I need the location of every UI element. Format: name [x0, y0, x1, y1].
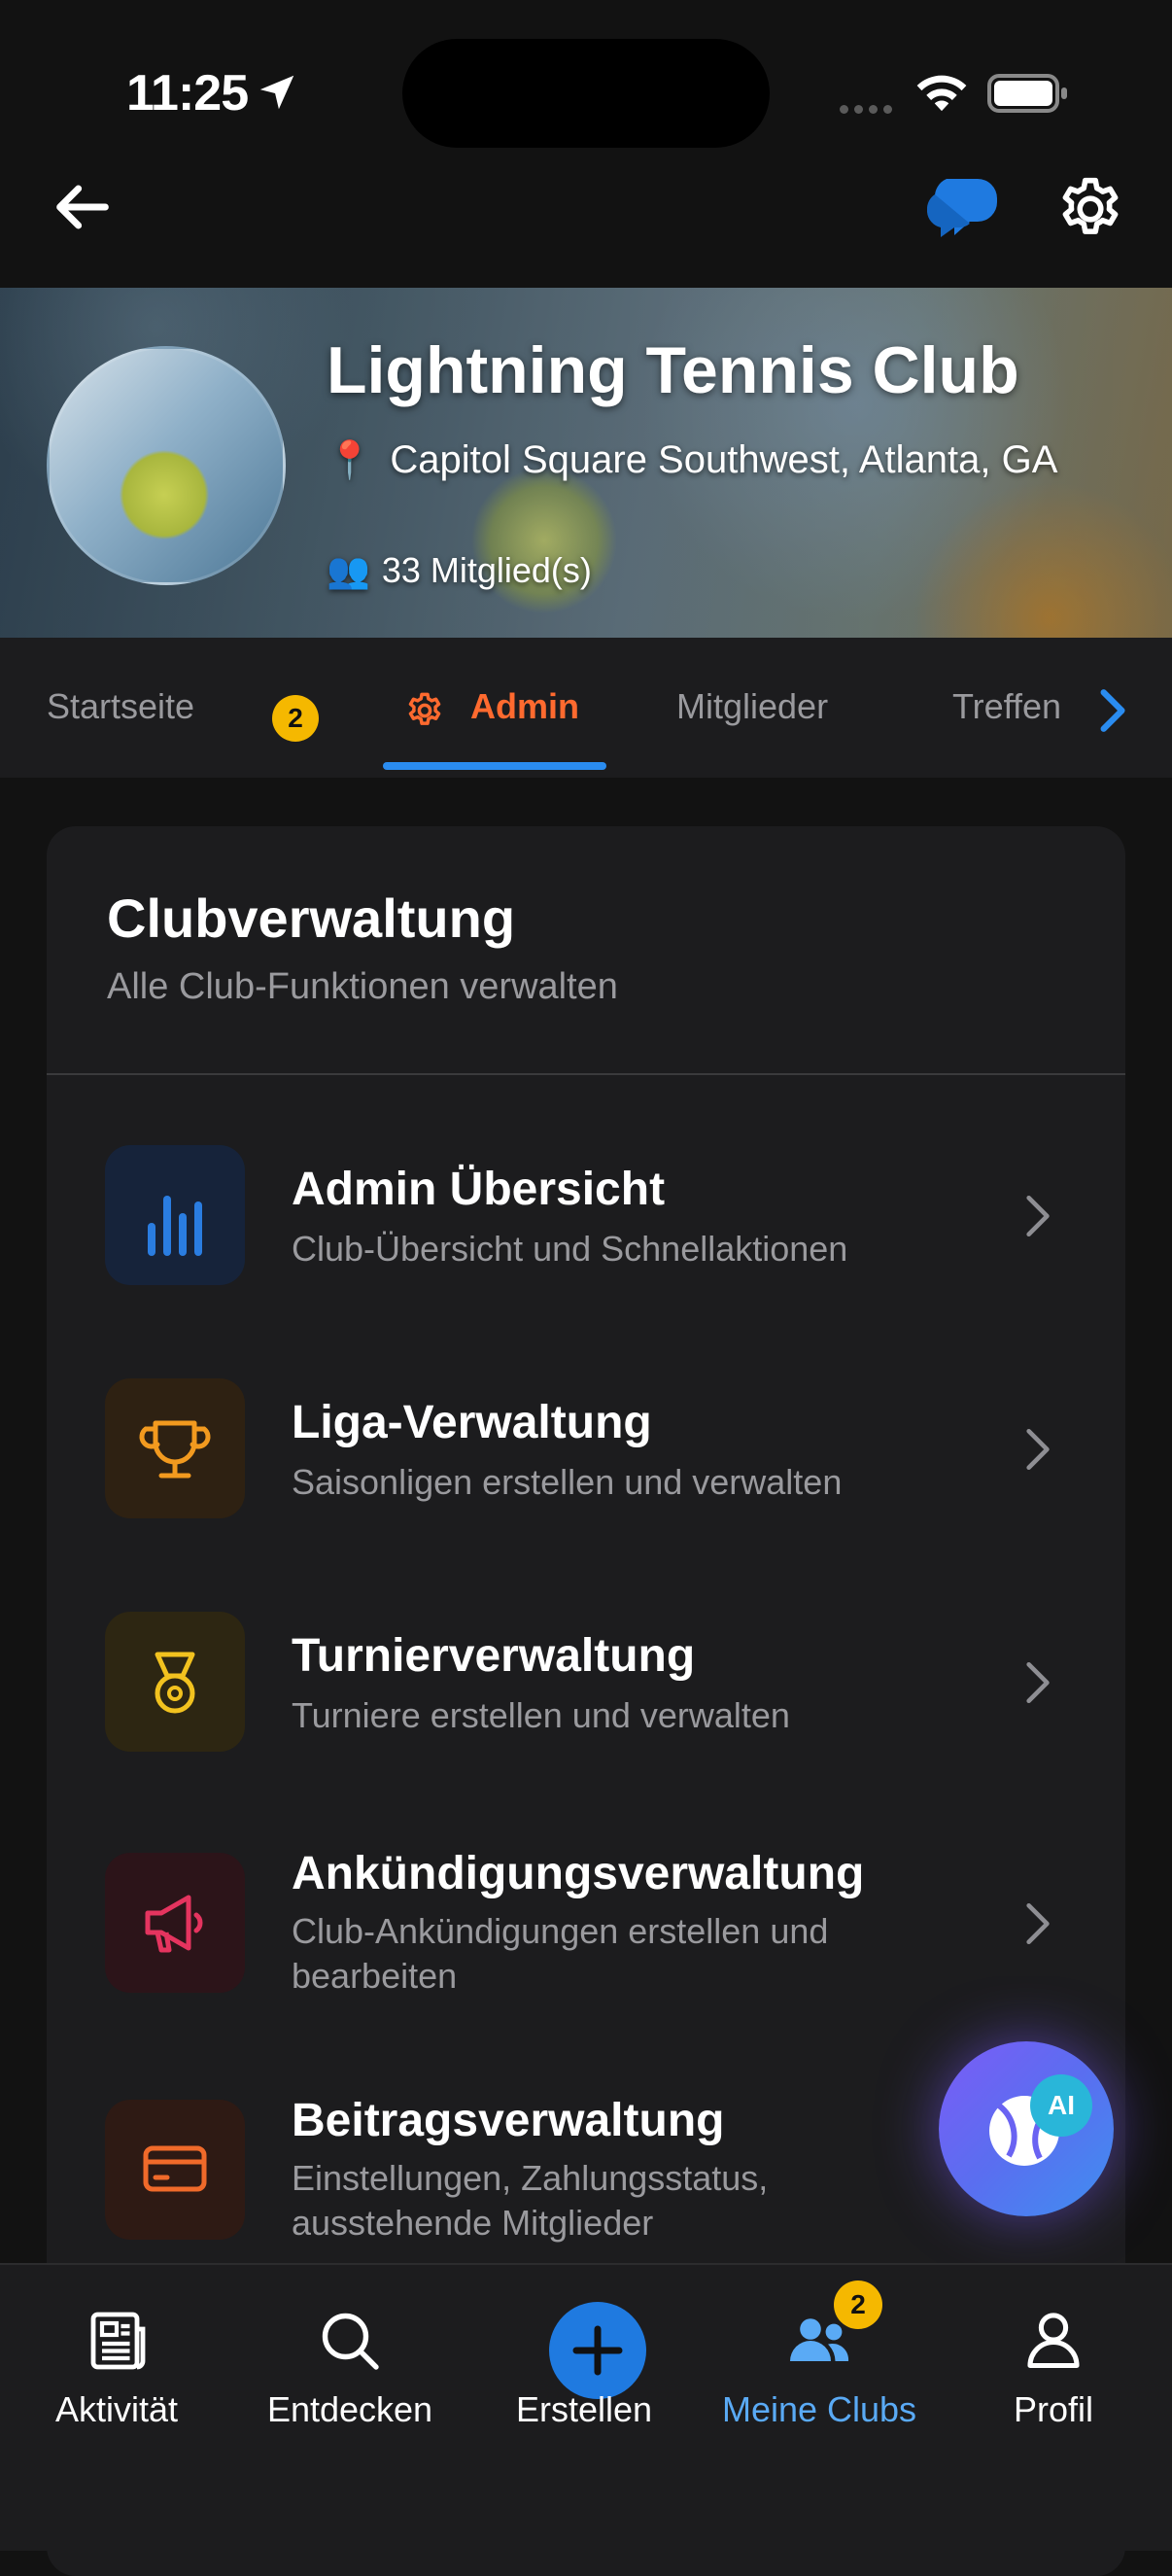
my-clubs-badge: 2: [834, 2280, 882, 2329]
club-tabs: Startseite 2 Admin Mitglieder Treffen: [0, 638, 1172, 778]
people-icon: 👥: [327, 550, 370, 590]
row-title: Admin Übersicht: [292, 1164, 666, 1215]
search-icon: [322, 2313, 379, 2370]
chevron-right-icon: [1026, 1428, 1050, 1471]
wifi-icon: [916, 75, 967, 112]
newspaper-icon: [90, 2312, 146, 2370]
club-name: Lightning Tennis Club: [327, 333, 1019, 407]
nav-activity-label: Aktivität: [54, 2389, 179, 2429]
megaphone-icon: [105, 1853, 245, 1993]
nav-my-clubs-label: Meine Clubs: [721, 2389, 917, 2429]
row-description: Club-Ankündigungen erstellen und bearbei…: [292, 1911, 829, 1996]
active-tab-indicator: [383, 762, 606, 770]
ai-assistant-button[interactable]: [939, 2041, 1114, 2216]
nav-create[interactable]: Erstellen: [467, 2265, 701, 2459]
row-title: Ankündigungsverwaltung: [292, 1848, 865, 1899]
club-location-text: Capitol Square Southwest, Atlanta, GA: [390, 438, 1058, 481]
trophy-icon: [105, 1378, 245, 1518]
nav-profile[interactable]: Profil: [937, 2265, 1170, 2459]
medal-icon: [105, 1612, 245, 1752]
divider: [47, 1073, 1125, 1075]
nav-discover-label: Entdecken: [266, 2389, 433, 2429]
chevron-right-icon: [1026, 1195, 1050, 1237]
row-description: Club-Übersicht und Schnellaktionen: [292, 1229, 848, 1269]
nav-profile-label: Profil: [1013, 2389, 1094, 2429]
settings-gear-icon[interactable]: [1054, 173, 1126, 245]
bar-chart-icon: [105, 1145, 245, 1285]
tab-home-badge: 2: [272, 695, 319, 742]
club-members-text: 33 Mitglied(s): [381, 550, 592, 590]
plus-circle-icon: [549, 2302, 646, 2399]
admin-gear-icon[interactable]: [404, 690, 445, 731]
back-arrow-icon[interactable]: [49, 173, 117, 241]
card-title: Clubverwaltung: [107, 888, 516, 949]
club-location: 📍 Capitol Square Southwest, Atlanta, GA: [327, 432, 1104, 489]
tab-admin[interactable]: Admin: [470, 686, 579, 727]
row-title: Liga-Verwaltung: [292, 1397, 652, 1448]
tab-meetings[interactable]: Treffen: [952, 686, 1061, 727]
row-description: Turniere erstellen und verwalten: [292, 1695, 790, 1735]
battery-icon: [987, 74, 1067, 113]
row-title: Beitragsverwaltung: [292, 2095, 725, 2146]
chat-bubbles-icon[interactable]: [923, 171, 1001, 241]
chevron-right-icon[interactable]: [1092, 686, 1131, 735]
row-description: Saisonligen erstellen und verwalten: [292, 1462, 843, 1502]
tab-members[interactable]: Mitglieder: [676, 686, 828, 727]
row-description: Einstellungen, Zahlungsstatus, ausstehen…: [292, 2158, 769, 2243]
row-title: Turnierverwaltung: [292, 1630, 696, 1682]
club-member-count: 👥 33 Mitglied(s): [327, 550, 592, 591]
nav-activity[interactable]: Aktivität: [0, 2265, 233, 2459]
club-banner: Lightning Tennis Club 📍 Capitol Square So…: [0, 288, 1172, 638]
nav-discover[interactable]: Entdecken: [233, 2265, 466, 2459]
tab-home[interactable]: Startseite: [47, 686, 194, 727]
ai-badge: AI: [1030, 2074, 1092, 2137]
club-avatar[interactable]: [47, 346, 286, 585]
location-arrow-icon: [259, 75, 294, 110]
location-pin-icon: 📍: [327, 440, 373, 481]
tennis-ball-icon: [989, 2096, 1059, 2166]
cellular-signal-icon: [840, 101, 898, 119]
nav-my-clubs[interactable]: Meine Clubs: [703, 2265, 936, 2459]
credit-card-icon: [105, 2100, 245, 2240]
status-time: 11:25: [126, 65, 249, 122]
chevron-right-icon: [1026, 1902, 1050, 1945]
dynamic-island: [402, 39, 770, 148]
card-subtitle: Alle Club-Funktionen verwalten: [107, 966, 618, 1007]
bottom-navigation: Aktivität Entdecken Erstellen Meine Club…: [0, 2263, 1172, 2551]
user-icon: [1027, 2313, 1080, 2369]
chevron-right-icon: [1026, 1661, 1050, 1704]
nav-create-label: Erstellen: [515, 2389, 653, 2429]
